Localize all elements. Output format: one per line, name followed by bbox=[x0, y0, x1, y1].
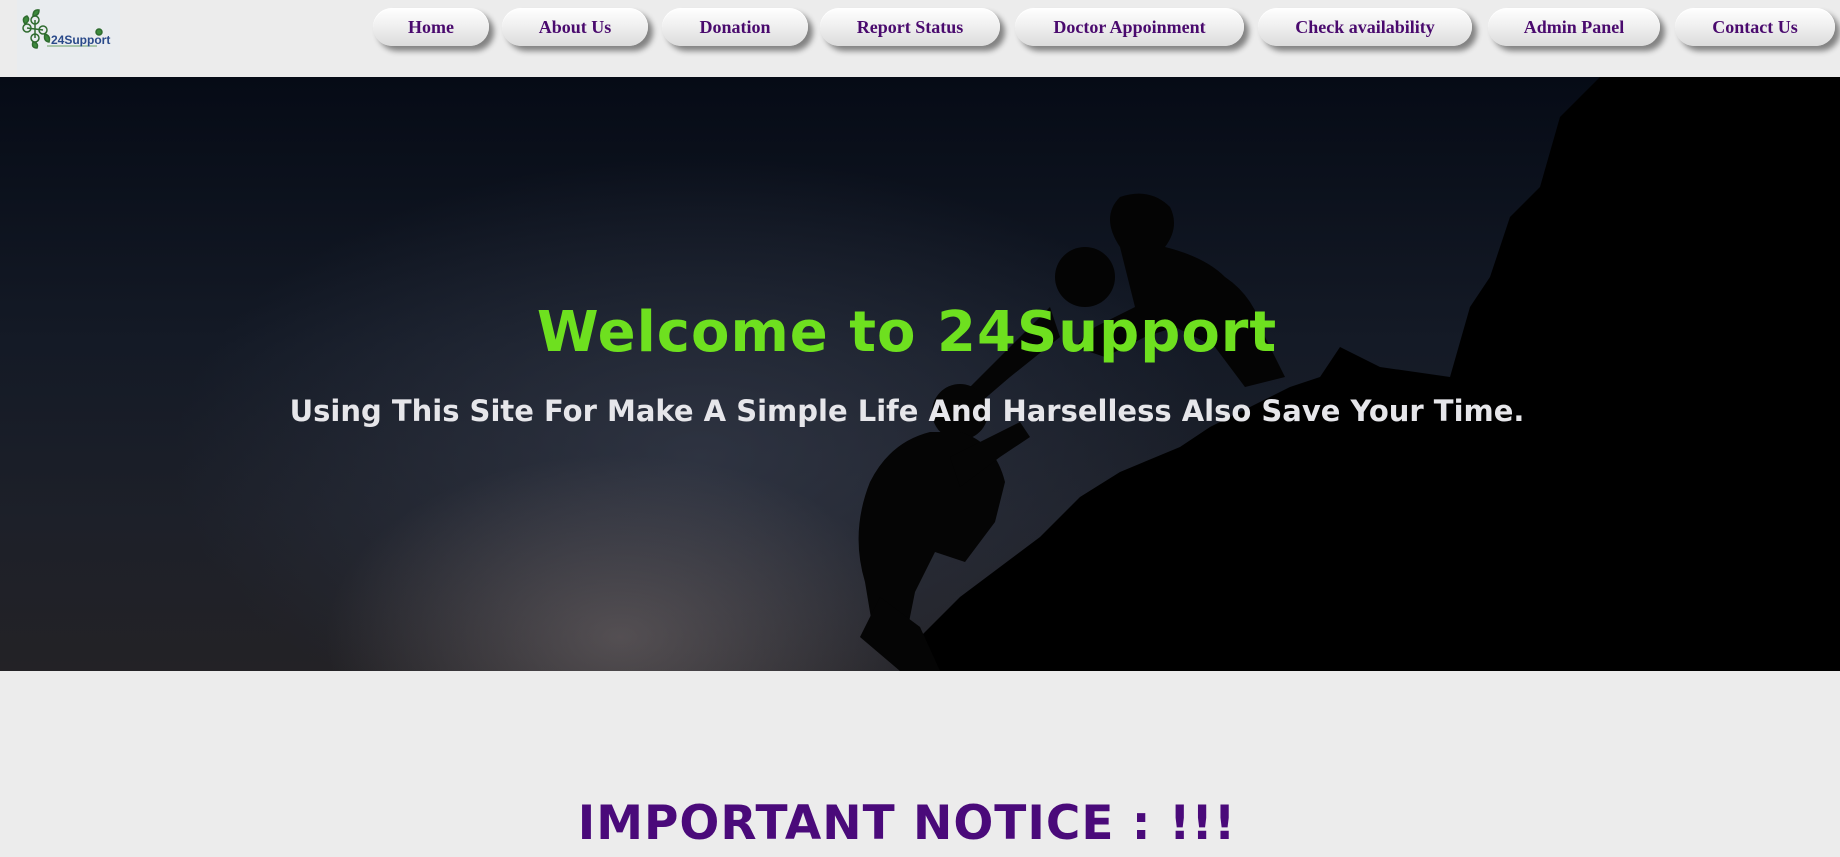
nav-admin-panel[interactable]: Admin Panel bbox=[1488, 8, 1660, 46]
nav-contact-us[interactable]: Contact Us bbox=[1675, 8, 1835, 46]
hero-subtitle: Using This Site For Make A Simple Life A… bbox=[289, 394, 1525, 428]
nav-home[interactable]: Home bbox=[373, 8, 489, 46]
hero-title: Welcome to 24Support bbox=[536, 300, 1278, 365]
nav-about-us[interactable]: About Us bbox=[502, 8, 648, 46]
nav-check-availability[interactable]: Check availability bbox=[1258, 8, 1472, 46]
important-notice-heading: IMPORTANT NOTICE : !!! bbox=[577, 796, 1237, 851]
nav-donation[interactable]: Donation bbox=[662, 8, 808, 46]
top-navigation-bar: 24Support Home About Us Donation Report … bbox=[0, 0, 1840, 77]
hero-banner: Welcome to 24Support Using This Site For… bbox=[0, 77, 1840, 671]
main-nav: Home About Us Donation Report Status Doc… bbox=[0, 8, 1840, 48]
nav-doctor-appointment[interactable]: Doctor Appoinment bbox=[1015, 8, 1244, 46]
climbers-silhouette-image bbox=[858, 77, 1840, 671]
nav-report-status[interactable]: Report Status bbox=[820, 8, 1000, 46]
